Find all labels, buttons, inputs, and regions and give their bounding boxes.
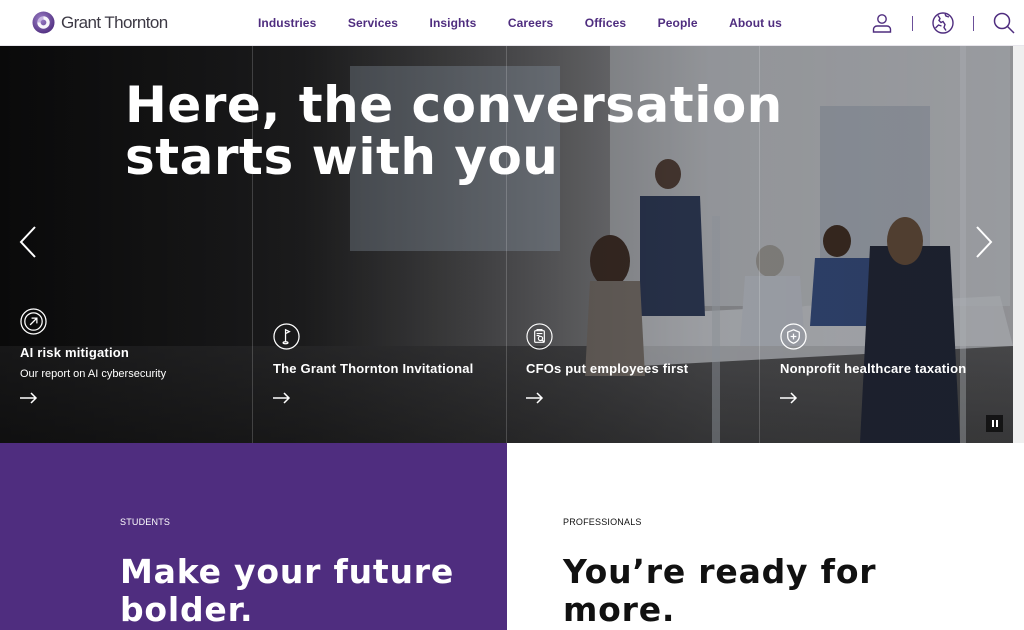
hero-panel-invitational[interactable]: The Grant Thornton Invitational — [253, 296, 506, 443]
nav-about-us[interactable]: About us — [729, 16, 782, 30]
chevron-right-icon[interactable] — [972, 224, 996, 260]
shield-plus-circle-icon — [780, 323, 807, 350]
professionals-headline: You’re ready for more. — [563, 553, 876, 629]
main-nav: Industries Services Insights Careers Off… — [258, 0, 813, 46]
nav-people[interactable]: People — [658, 16, 698, 30]
professionals-eyebrow: PROFESSIONALS — [563, 517, 642, 527]
panel-title: The Grant Thornton Invitational — [273, 361, 474, 376]
pause-icon — [991, 420, 994, 427]
panel-title: CFOs put employees first — [526, 361, 689, 376]
nav-insights[interactable]: Insights — [430, 16, 477, 30]
nav-services[interactable]: Services — [348, 16, 398, 30]
pause-button[interactable] — [986, 415, 1003, 432]
panel-title: Nonprofit healthcare taxation — [780, 361, 967, 376]
nav-industries[interactable]: Industries — [258, 16, 316, 30]
logo-text: Grant Thornton — [61, 12, 168, 32]
professionals-headline-line1: You’re ready for — [563, 552, 877, 591]
search-icon[interactable] — [992, 11, 1016, 35]
students-eyebrow: STUDENTS — [120, 517, 171, 527]
chevron-left-icon[interactable] — [16, 224, 40, 260]
students-panel[interactable]: STUDENTS Make your future bolder. — [0, 443, 507, 630]
panel-subtitle: Our report on AI cybersecurity — [20, 368, 167, 380]
hero-panel-cfos[interactable]: CFOs put employees first — [506, 296, 759, 443]
utility-nav — [870, 0, 1016, 46]
students-headline: Make your future bolder. — [120, 553, 454, 629]
hero-panel-ai-risk[interactable]: AI risk mitigation Our report on AI cybe… — [0, 296, 253, 443]
clipboard-search-circle-icon — [526, 323, 553, 350]
globe-icon[interactable] — [931, 11, 955, 35]
hero-carousel: Here, the conversation starts with you A… — [0, 46, 1013, 443]
professionals-panel[interactable]: PROFESSIONALS You’re ready for more. — [507, 443, 1024, 630]
panel-title: AI risk mitigation — [20, 345, 130, 360]
golf-flag-circle-icon — [273, 323, 300, 350]
nav-careers[interactable]: Careers — [508, 16, 553, 30]
site-header: Grant Thornton Industries Services Insig… — [0, 0, 1024, 46]
arrow-right-icon[interactable] — [20, 392, 38, 404]
hero-title: Here, the conversation starts with you — [125, 76, 783, 186]
grant-thornton-logo[interactable]: Grant Thornton — [32, 11, 168, 34]
hero-panel-nonprofit[interactable]: Nonprofit healthcare taxation — [760, 296, 1013, 443]
arrow-right-icon[interactable] — [273, 392, 291, 404]
students-headline-line1: Make your future — [120, 552, 455, 591]
pause-icon — [995, 420, 998, 427]
utility-divider — [973, 15, 974, 31]
user-icon[interactable] — [870, 11, 894, 35]
professionals-headline-line2: more. — [563, 590, 676, 629]
arrow-up-right-circle-icon — [20, 308, 47, 335]
nav-offices[interactable]: Offices — [585, 16, 626, 30]
students-headline-line2: bolder. — [120, 590, 254, 629]
page-scrollbar[interactable] — [1013, 46, 1024, 443]
arrow-right-icon[interactable] — [526, 392, 544, 404]
utility-divider — [912, 15, 913, 31]
arrow-right-icon[interactable] — [780, 392, 798, 404]
logo-mark-icon — [32, 11, 55, 34]
